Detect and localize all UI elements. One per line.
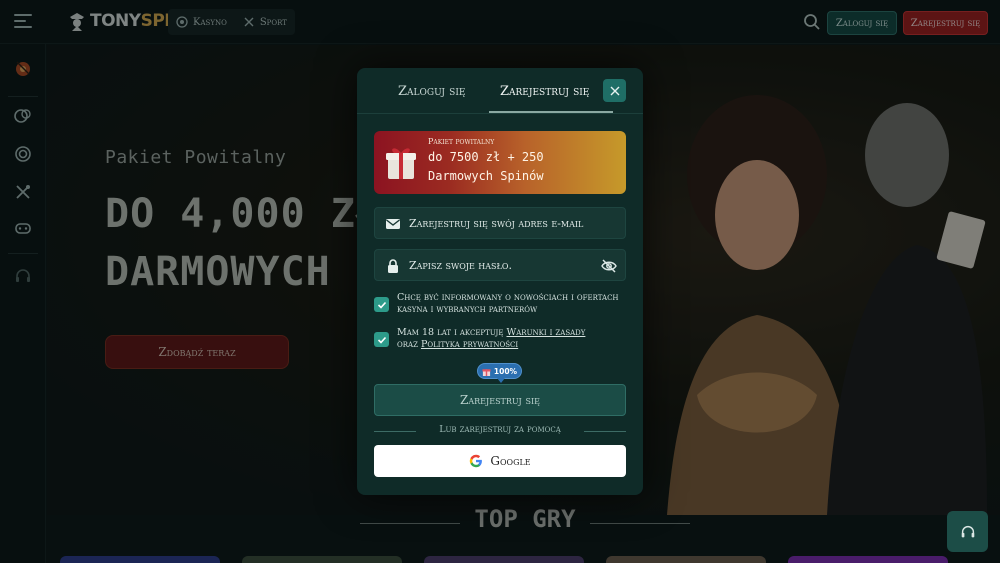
- sport-icon: [244, 17, 254, 27]
- logo-mascot-icon: [70, 13, 84, 31]
- terms-middle: oraz: [397, 339, 418, 350]
- newsletter-consent: Chcę być informowany o nowościach i ofer…: [374, 292, 626, 322]
- login-button[interactable]: Zaloguj się: [827, 11, 897, 35]
- game-thumbnail[interactable]: [424, 556, 584, 563]
- checkmark-icon: [377, 301, 386, 309]
- divider-line: [590, 523, 690, 524]
- promo-amount: do 7500 zł + 250: [428, 150, 544, 164]
- nav-casino-label: Kasyno: [193, 16, 227, 28]
- tab-login[interactable]: Zaloguj się: [398, 84, 465, 99]
- nav-sport-label: Sport: [259, 16, 287, 28]
- newsletter-text: Chcę być informowany o nowościach i ofer…: [397, 292, 619, 315]
- terms-prefix: Mam 18 lat i akceptuję: [397, 327, 504, 338]
- google-label: Google: [490, 454, 531, 468]
- alternative-signup-divider: Lub zarejestruj za pomocą: [374, 424, 626, 438]
- register-button[interactable]: Zarejestruj się: [903, 11, 988, 35]
- submit-register-button[interactable]: Zarejestruj się: [374, 384, 626, 416]
- top-bar: TONYSPINS Kasyno Sport Zaloguj się Zarej…: [0, 0, 1000, 44]
- divider-line: [374, 431, 416, 432]
- sidebar-divider: [8, 96, 38, 97]
- active-tab-indicator: [489, 111, 613, 113]
- email-input[interactable]: [409, 208, 599, 238]
- game-thumbnail[interactable]: [242, 556, 402, 563]
- register-modal: Zaloguj się Zarejestruj się Pakiet powit…: [357, 68, 643, 495]
- password-field: [374, 249, 626, 281]
- logo-text-tony: TONY: [90, 11, 141, 31]
- email-field: [374, 207, 626, 239]
- bonus-badge-text: 100%: [493, 366, 518, 376]
- checkmark-icon: [377, 336, 386, 344]
- hero-title: DO 4,000 ZŁ DARMOWYCH: [105, 185, 381, 301]
- divider-line: [360, 523, 460, 524]
- target-icon[interactable]: [13, 144, 33, 164]
- sport-icon[interactable]: [13, 182, 33, 202]
- hero-cta-button[interactable]: Zdobądź teraz: [105, 335, 289, 369]
- game-thumbnail[interactable]: [788, 556, 948, 563]
- password-input[interactable]: [409, 250, 599, 280]
- nav-sport[interactable]: Sport: [235, 9, 295, 35]
- gamepad-icon[interactable]: [13, 218, 33, 238]
- privacy-link[interactable]: Polityka prywatności: [421, 339, 518, 350]
- divider-line: [584, 431, 626, 432]
- casino-icon: [176, 16, 188, 28]
- tab-register[interactable]: Zarejestruj się: [500, 84, 589, 99]
- hero-subtitle: Pakiet Powitalny: [105, 147, 287, 168]
- page: TONYSPINS Kasyno Sport Zaloguj się Zarej…: [0, 0, 1000, 563]
- google-signup-button[interactable]: Google: [374, 445, 626, 477]
- or-text: Lub zarejestruj za pomocą: [439, 424, 561, 435]
- terms-link[interactable]: Warunki i zasady: [506, 327, 585, 338]
- headset-icon[interactable]: [13, 266, 33, 286]
- nav-casino[interactable]: Kasyno: [168, 9, 235, 35]
- terms-text: Mam 18 lat i akceptuję Warunki i zasady …: [397, 327, 629, 351]
- close-icon: [610, 86, 619, 95]
- lock-icon: [388, 259, 398, 273]
- sidebar: [0, 44, 46, 563]
- sidebar-divider: [8, 253, 38, 254]
- hero-title-line-2: DARMOWYCH: [105, 249, 331, 295]
- search-icon[interactable]: [802, 12, 822, 32]
- google-icon: [470, 454, 483, 468]
- mail-icon: [386, 219, 400, 229]
- menu-icon[interactable]: [14, 14, 32, 28]
- newsletter-checkbox[interactable]: [374, 297, 389, 312]
- support-chat-button[interactable]: [947, 511, 988, 552]
- gift-icon: [482, 368, 491, 376]
- gift-icon: [386, 148, 416, 179]
- game-thumbnail[interactable]: [606, 556, 766, 563]
- promo-label: Pakiet powitalny: [428, 137, 495, 146]
- top-games-title: TOP GRY: [474, 505, 576, 533]
- eye-off-icon[interactable]: [600, 257, 618, 275]
- top-nav: Kasyno Sport: [168, 9, 295, 35]
- headset-icon: [961, 525, 974, 537]
- bonus-badge: 100%: [477, 363, 522, 383]
- terms-checkbox[interactable]: [374, 332, 389, 347]
- modal-tabs: Zaloguj się Zarejestruj się: [357, 68, 643, 114]
- game-thumbnail[interactable]: [60, 556, 220, 563]
- hero-title-line-1: DO 4,000 ZŁ: [105, 191, 381, 237]
- close-button[interactable]: [603, 79, 626, 102]
- hero-characters-image: [667, 95, 987, 515]
- promo-icon[interactable]: [13, 58, 33, 78]
- game-thumbnails: [60, 556, 1000, 563]
- terms-consent: Mam 18 lat i akceptuję Warunki i zasady …: [374, 327, 626, 353]
- casino-chips-icon[interactable]: [13, 106, 33, 126]
- top-games-header: TOP GRY: [360, 505, 690, 537]
- welcome-bonus-banner: Pakiet powitalny do 7500 zł + 250 Darmow…: [374, 131, 626, 194]
- promo-free-spins: Darmowych Spinów: [428, 169, 544, 183]
